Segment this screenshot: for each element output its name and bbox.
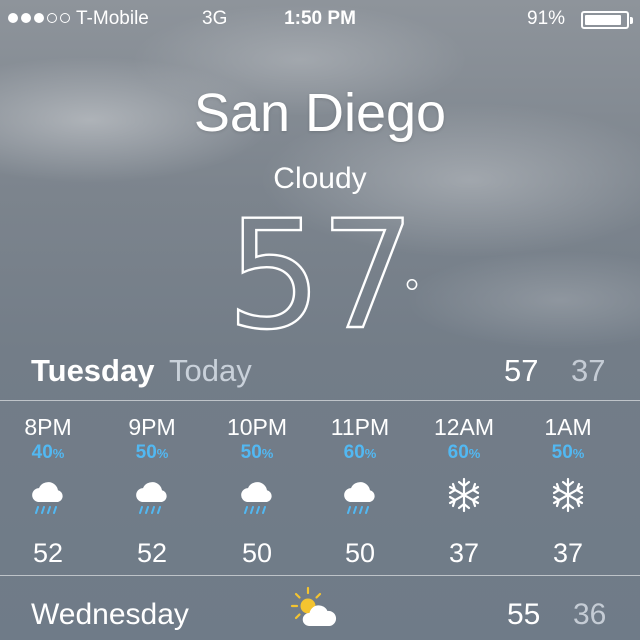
hour-time: 12AM <box>433 414 495 440</box>
status-bar: T-Mobile 3G 1:50 PM 91% <box>0 8 640 36</box>
precip-chance: 50% <box>100 442 204 472</box>
today-summary-row: Tuesday Today 57 37 <box>0 353 640 393</box>
today-day-name: Tuesday <box>31 353 155 388</box>
today-high: 57 <box>504 353 539 388</box>
hour-temperature: 37 <box>448 538 480 568</box>
rain-icon <box>100 472 204 534</box>
forecast-high: 55 <box>507 598 541 631</box>
divider <box>0 575 640 576</box>
precip-value: 50 <box>135 442 157 463</box>
precip-value: 60 <box>343 442 365 463</box>
hourly-forecast[interactable]: 8PM 40% 52 9PM 50% 52 10PM 50% 50 11PM 6… <box>0 414 640 569</box>
hour-temperature: 50 <box>344 538 376 568</box>
forecast-day-name: Wednesday <box>31 598 189 631</box>
temperature-value: 57 <box>225 189 416 363</box>
today-low: 37 <box>571 353 606 388</box>
hour-time: 8PM <box>24 414 72 440</box>
hour-temperature: 37 <box>552 538 584 568</box>
precip-chance: 50% <box>516 442 620 472</box>
precip-unit: % <box>468 446 481 461</box>
snowflake-icon <box>412 472 516 534</box>
precip-chance: 40% <box>0 442 100 472</box>
hour-item: 11PM 60% 50 <box>308 414 412 569</box>
precip-value: 50 <box>240 442 262 463</box>
daily-forecast-row[interactable]: Wednesday 55 36 <box>0 586 640 638</box>
battery-nub <box>630 17 633 24</box>
current-temperature: 57 ° <box>0 200 640 352</box>
hour-item: 1AM 50% 37 <box>516 414 620 569</box>
hour-item: 10PM 50% 50 <box>205 414 309 569</box>
precip-unit: % <box>156 446 169 461</box>
precip-value: 60 <box>447 442 469 463</box>
hour-time: 10PM <box>226 414 288 440</box>
partly-sunny-icon <box>290 586 340 638</box>
hour-time: 9PM <box>128 414 176 440</box>
city-name: San Diego <box>193 83 447 143</box>
precip-chance: 50% <box>205 442 309 472</box>
precip-unit: % <box>572 446 585 461</box>
precip-unit: % <box>261 446 274 461</box>
hour-item: 12AM 60% 37 <box>412 414 516 569</box>
snowflake-icon <box>516 472 620 534</box>
precip-chance: 60% <box>308 442 412 472</box>
hour-item: 9PM 50% 52 <box>100 414 204 569</box>
forecast-low: 36 <box>573 598 607 631</box>
rain-icon <box>308 472 412 534</box>
rain-icon <box>205 472 309 534</box>
precip-value: 50 <box>551 442 573 463</box>
hour-temperature: 50 <box>241 538 273 568</box>
hour-temperature: 52 <box>136 538 168 568</box>
hour-time: 11PM <box>330 414 390 440</box>
precip-value: 40 <box>31 442 53 463</box>
divider <box>0 400 640 401</box>
precip-chance: 60% <box>412 442 516 472</box>
battery-percent: 91% <box>527 8 566 29</box>
precip-unit: % <box>52 446 65 461</box>
battery-fill <box>585 15 622 25</box>
degree-symbol: ° <box>402 272 422 318</box>
today-label: Today <box>169 353 252 388</box>
rain-icon <box>0 472 100 534</box>
hour-item: 8PM 40% 52 <box>0 414 100 569</box>
hour-time: 1AM <box>544 414 592 440</box>
precip-unit: % <box>364 446 377 461</box>
battery-icon <box>581 11 629 29</box>
hour-temperature: 52 <box>32 538 64 568</box>
